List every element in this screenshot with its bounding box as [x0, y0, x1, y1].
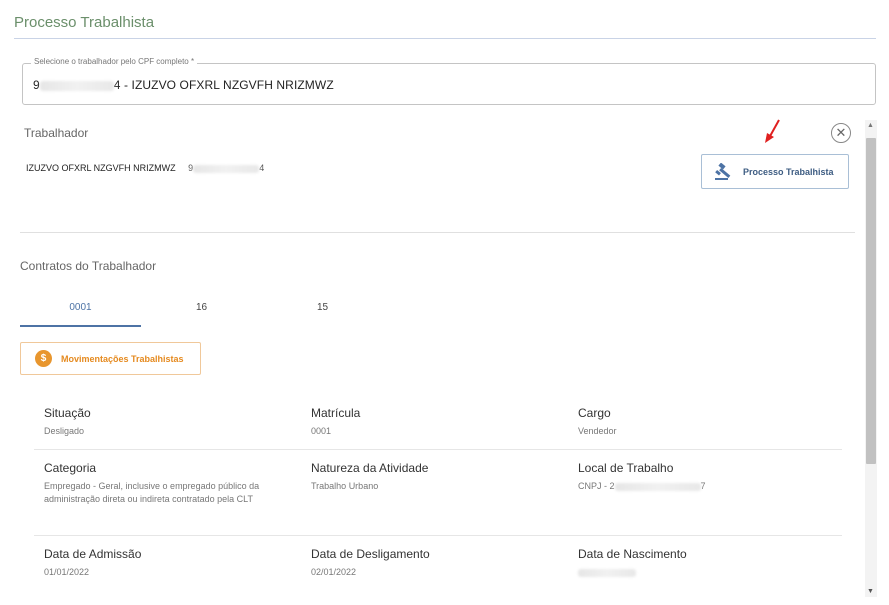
detail-label: Matrícula: [311, 406, 361, 420]
movimentacoes-trabalhistas-button[interactable]: $ Movimentações Trabalhistas: [20, 342, 201, 375]
detail-label: Data de Admissão: [44, 547, 142, 561]
processo-trabalhista-button[interactable]: Processo Trabalhista: [701, 154, 849, 189]
scroll-down-arrow-icon[interactable]: ▼: [867, 588, 874, 595]
detail-cargo: Cargo Vendedor: [578, 406, 617, 438]
detail-label: Categoria: [44, 461, 97, 475]
detail-value: Empregado - Geral, inclusive o empregado…: [44, 481, 260, 504]
detail-value: Vendedor: [578, 426, 617, 436]
detail-situacao: Situação Desligado: [44, 406, 91, 438]
detail-label: Data de Desligamento: [311, 547, 430, 561]
detail-categoria: Categoria Empregado - Geral, inclusive o…: [44, 461, 294, 506]
detail-value: 0001: [311, 426, 332, 436]
cpf-field-legend: Selecione o trabalhador pelo CPF complet…: [31, 57, 198, 66]
worker-name: IZUZVO OFXRL NZGVFH NRIZMWZ: [26, 163, 176, 173]
detail-natureza: Natureza da Atividade Trabalho Urbano: [311, 461, 428, 493]
detail-local-trabalho: Local de Trabalho CNPJ - 27: [578, 461, 706, 493]
detail-label: Situação: [44, 406, 91, 420]
title-divider: [14, 38, 876, 39]
detail-value: Trabalho Urbano: [311, 481, 379, 491]
detail-value: CNPJ - 27: [578, 481, 706, 491]
red-arrow-annotation: [765, 119, 780, 143]
tab-contract-15[interactable]: 15: [262, 295, 383, 327]
detail-value: Desligado: [44, 426, 85, 436]
scroll-up-arrow-icon[interactable]: ▲: [867, 122, 874, 129]
worker-info-line: IZUZVO OFXRL NZGVFH NRIZMWZ 94: [26, 163, 264, 173]
tab-contract-16[interactable]: 16: [141, 295, 262, 327]
wallet-icon: $: [35, 350, 52, 367]
scrollbar-thumb[interactable]: [866, 138, 876, 464]
detail-label: Data de Nascimento: [578, 547, 687, 561]
contracts-section-title: Contratos do Trabalhador: [20, 259, 157, 273]
detail-value: [578, 566, 687, 579]
section-divider: [20, 232, 855, 233]
gavel-icon: [715, 162, 731, 180]
redacted-cnpj: [614, 482, 701, 491]
cpf-select-field[interactable]: Selecione o trabalhador pelo CPF complet…: [22, 57, 876, 105]
detail-label: Cargo: [578, 406, 611, 420]
detail-value: 01/01/2022: [44, 567, 90, 577]
redacted-cpf: [193, 164, 260, 173]
redacted-cpf: [39, 80, 114, 91]
worker-section-title: Trabalhador: [24, 126, 89, 140]
detail-label: Natureza da Atividade: [311, 461, 429, 475]
vertical-scrollbar[interactable]: ▲ ▼: [865, 120, 877, 597]
close-icon[interactable]: ✕: [831, 123, 851, 143]
page-title: Processo Trabalhista: [14, 14, 155, 31]
detail-label: Local de Trabalho: [578, 461, 674, 475]
row-divider: [34, 535, 842, 536]
detail-matricula: Matrícula 0001: [311, 406, 360, 438]
redacted-date: [578, 568, 636, 577]
movimentacoes-label: Movimentações Trabalhistas: [61, 353, 184, 364]
detail-data-nascimento: Data de Nascimento: [578, 547, 687, 579]
worker-cpf: 94: [188, 163, 265, 173]
detail-value: 02/01/2022: [311, 567, 357, 577]
detail-data-desligamento: Data de Desligamento 02/01/2022: [311, 547, 430, 579]
processo-button-label: Processo Trabalhista: [743, 166, 834, 177]
row-divider: [34, 449, 842, 450]
tab-contract-0001[interactable]: 0001: [20, 295, 141, 327]
cpf-field-value[interactable]: 94 - IZUZVO OFXRL NZGVFH NRIZMWZ: [33, 78, 334, 92]
worker-panel: Trabalhador ✕ IZUZVO OFXRL NZGVFH NRIZMW…: [10, 112, 863, 597]
detail-data-admissao: Data de Admissão 01/01/2022: [44, 547, 141, 579]
